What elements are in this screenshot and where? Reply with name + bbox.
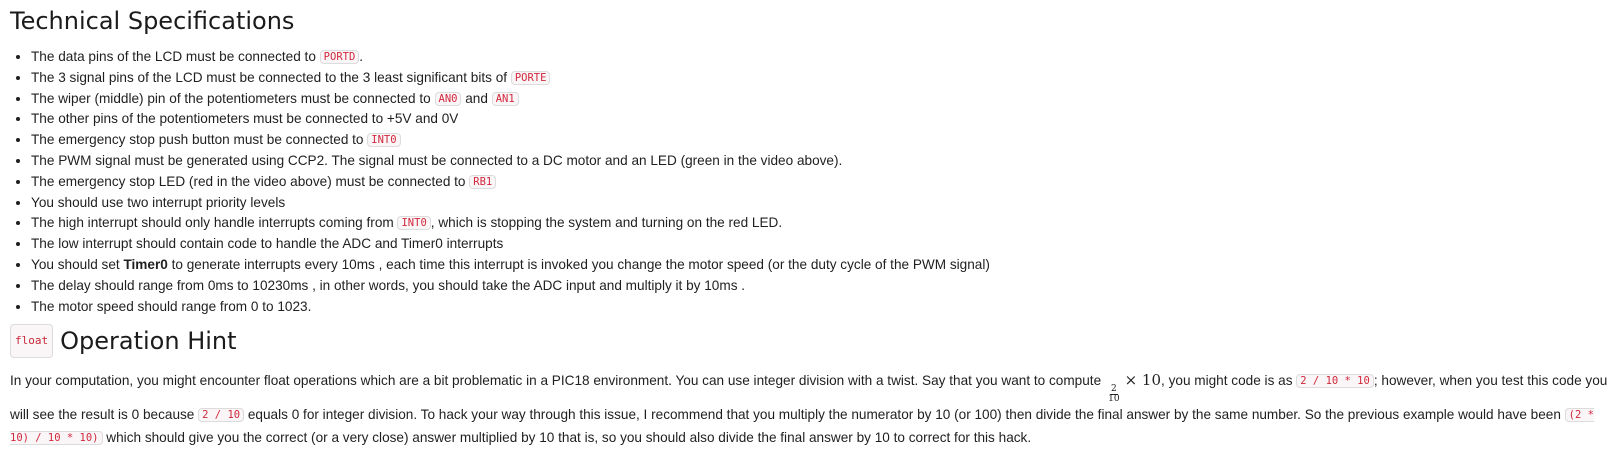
inline-code: PORTE bbox=[510, 70, 551, 85]
list-item: You should use two interrupt priority le… bbox=[31, 193, 1608, 214]
list-item: The emergency stop LED (red in the video… bbox=[31, 172, 1608, 193]
list-item: The other pins of the potentiometers mus… bbox=[31, 109, 1608, 130]
item-text: The wiper (middle) pin of the potentiome… bbox=[31, 90, 435, 106]
paragraph-text: In your computation, you might encounter… bbox=[10, 373, 1102, 389]
item-text: to generate interrupts every 10ms , each… bbox=[167, 256, 990, 272]
list-item: The 3 signal pins of the LCD must be con… bbox=[31, 68, 1608, 89]
paragraph-text: which should give you the correct (or a … bbox=[102, 429, 1032, 445]
list-item: The delay should range from 0ms to 10230… bbox=[31, 276, 1608, 297]
item-text: You should use two interrupt priority le… bbox=[31, 194, 286, 210]
section-title-technical-specifications: Technical Specifications bbox=[10, 7, 295, 35]
inline-code: INT0 bbox=[397, 216, 431, 231]
list-item: The wiper (middle) pin of the potentiome… bbox=[31, 89, 1608, 110]
list-item: The data pins of the LCD must be connect… bbox=[31, 47, 1608, 68]
float-badge: float bbox=[10, 324, 54, 359]
item-text: You should set bbox=[31, 256, 124, 272]
inline-code: 2 / 10 * 10 bbox=[1296, 374, 1374, 389]
inline-code: RB1 bbox=[469, 174, 497, 189]
inline-code: AN1 bbox=[491, 91, 519, 106]
inline-code: INT0 bbox=[367, 133, 401, 148]
fraction: 2 10 bbox=[1107, 385, 1120, 404]
item-text: . bbox=[359, 49, 364, 64]
item-text: The PWM signal must be generated using C… bbox=[31, 152, 843, 168]
list-item: The PWM signal must be generated using C… bbox=[31, 151, 1608, 172]
item-text: The motor speed should range from 0 to 1… bbox=[31, 298, 312, 314]
item-text: The high interrupt should only handle in… bbox=[31, 215, 398, 231]
list-item: The motor speed should range from 0 to 1… bbox=[31, 297, 1608, 318]
bold-text: Timer0 bbox=[123, 256, 168, 272]
inline-code: 2 / 10 bbox=[198, 408, 245, 423]
fraction-denominator: 10 bbox=[1108, 394, 1120, 405]
item-text: The low interrupt should contain code to… bbox=[31, 236, 504, 252]
list-item: The low interrupt should contain code to… bbox=[31, 234, 1608, 255]
document-page: Technical Specifications The data pins o… bbox=[0, 0, 1618, 449]
list-item: The emergency stop push button must be c… bbox=[31, 130, 1608, 151]
item-text: The other pins of the potentiometers mus… bbox=[31, 111, 459, 127]
math-rest: × 10 bbox=[1124, 371, 1162, 390]
item-text: , which is stopping the system and turni… bbox=[430, 215, 783, 231]
item-text: The data pins of the LCD must be connect… bbox=[31, 49, 320, 64]
paragraph-text: , you might code is as bbox=[1161, 373, 1297, 389]
hint-paragraph: In your computation, you might encounter… bbox=[10, 370, 1608, 449]
item-text: The emergency stop LED (red in the video… bbox=[31, 173, 470, 189]
item-text: The delay should range from 0ms to 10230… bbox=[31, 277, 746, 293]
paragraph-text: equals 0 for integer division. To hack y… bbox=[244, 407, 1565, 423]
inline-code: PORTD bbox=[319, 50, 360, 64]
item-text: and bbox=[461, 90, 492, 106]
math-expression: 2 10 × 10 bbox=[1101, 371, 1162, 404]
section-title-operation-hint: float Operation Hint bbox=[10, 324, 1608, 359]
list-item: You should set Timer0 to generate interr… bbox=[31, 255, 1608, 276]
specifications-list: The data pins of the LCD must be connect… bbox=[10, 47, 1608, 317]
inline-code: AN0 bbox=[434, 91, 462, 106]
section-title-text: Operation Hint bbox=[60, 327, 237, 356]
item-text: The 3 signal pins of the LCD must be con… bbox=[31, 69, 511, 85]
item-text: The emergency stop push button must be c… bbox=[31, 132, 368, 148]
list-item: The high interrupt should only handle in… bbox=[31, 213, 1608, 234]
